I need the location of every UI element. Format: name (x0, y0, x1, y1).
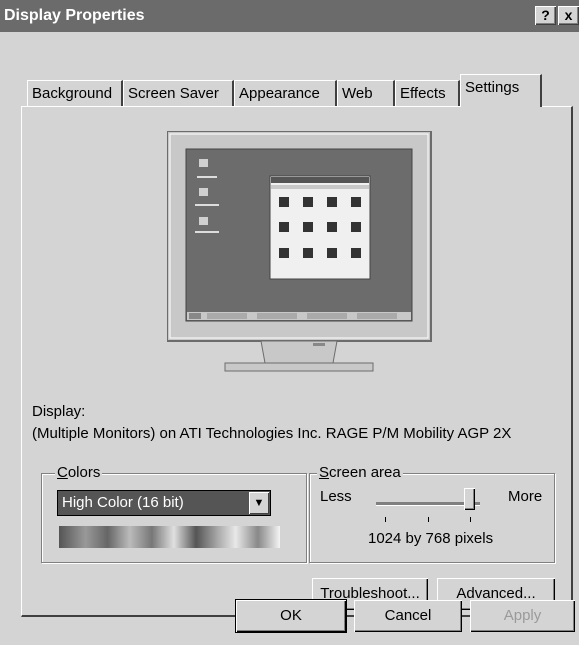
cancel-button[interactable]: Cancel (354, 600, 462, 632)
colors-selected: High Color (16 bit) (62, 494, 184, 511)
tab-background[interactable]: Background (27, 80, 123, 106)
colors-label: Colors (55, 464, 103, 481)
settings-panel: Display: (Multiple Monitors) on ATI Tech… (21, 106, 573, 617)
ok-label: OK (280, 607, 302, 624)
resolution-slider-thumb[interactable] (464, 488, 475, 510)
tab-appearance[interactable]: Appearance (234, 80, 337, 106)
slider-more-label: More (508, 488, 543, 505)
monitor-preview (167, 131, 432, 372)
close-button[interactable]: x (558, 6, 579, 25)
slider-less-label: Less (320, 488, 352, 505)
tab-screen-saver[interactable]: Screen Saver (123, 80, 234, 106)
cancel-label: Cancel (384, 607, 432, 624)
slider-tick (385, 517, 386, 522)
monitor-stand (260, 340, 338, 364)
resolution-text: 1024 by 768 pixels (368, 530, 494, 547)
colors-group (41, 473, 307, 563)
colors-dropdown[interactable]: High Color (16 bit) ▼ (57, 490, 271, 516)
tab-web[interactable]: Web (337, 80, 395, 106)
ok-button[interactable]: OK (236, 600, 346, 632)
slider-tick (428, 517, 429, 522)
help-button[interactable]: ? (535, 6, 556, 25)
screen-area-group (309, 473, 555, 563)
screen-area-label: Screen area (317, 464, 403, 481)
tab-settings[interactable]: Settings (460, 74, 542, 107)
tab-effects[interactable]: Effects (395, 80, 460, 106)
apply-label: Apply (503, 607, 542, 624)
title-bar: Display Properties ? x (0, 0, 579, 32)
dialog-body: Background Screen Saver Appearance Web E… (0, 32, 579, 645)
display-value: (Multiple Monitors) on ATI Technologies … (32, 425, 512, 442)
window-title: Display Properties (4, 7, 145, 24)
apply-button[interactable]: Apply (470, 600, 575, 632)
display-label: Display: (32, 403, 86, 420)
chevron-down-icon[interactable]: ▼ (249, 492, 269, 514)
slider-tick (470, 517, 471, 522)
color-sample-bar (59, 526, 280, 548)
